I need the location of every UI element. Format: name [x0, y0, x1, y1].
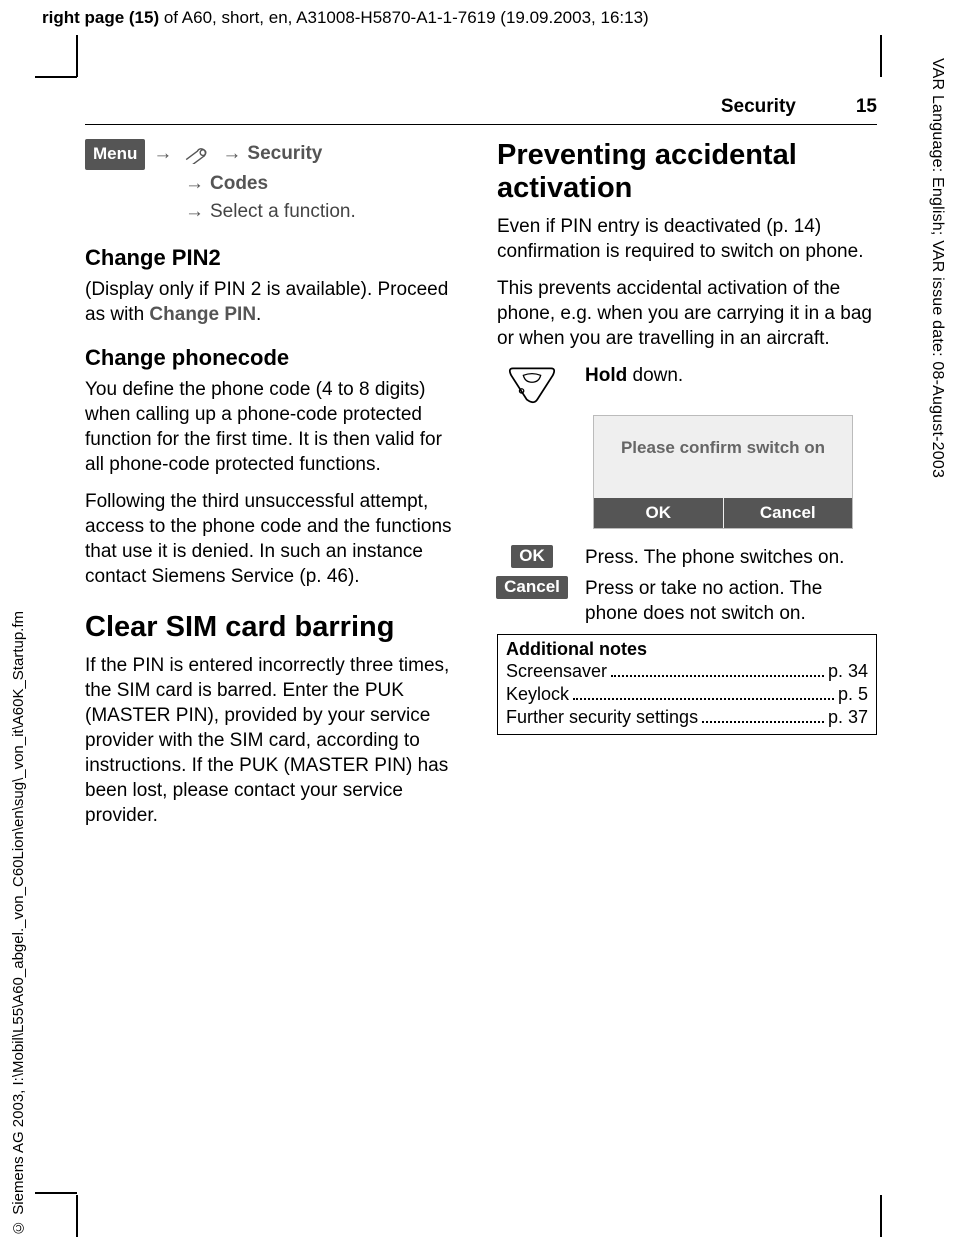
additional-notes-box: Additional notes Screensaver p. 34 Keylo… [497, 634, 877, 735]
top-meta: right page (15) of A60, short, en, A3100… [42, 8, 649, 28]
heading-preventing: Preventing accidental activation [497, 139, 877, 206]
note-page: p. 5 [838, 684, 868, 705]
ok-badge: OK [511, 545, 553, 568]
para-phonecode-1: You define the phone code (4 to 8 digits… [85, 377, 465, 477]
text-change-pin: Change PIN [149, 304, 256, 325]
note-label: Keylock [506, 684, 569, 705]
phone-screen: Please confirm switch on OK Cancel [593, 415, 853, 529]
hold-bold: Hold [585, 365, 627, 386]
end-key-icon [497, 363, 567, 405]
running-head: Security 15 [85, 96, 877, 125]
crop-mark [35, 76, 77, 78]
note-page: p. 34 [828, 661, 868, 682]
text: . [256, 304, 261, 325]
menu-badge: Menu [85, 139, 145, 170]
nav-select-function: Select a function. [210, 198, 356, 227]
cancel-badge: Cancel [496, 576, 568, 599]
heading-change-phonecode: Change phonecode [85, 345, 465, 371]
heading-change-pin2: Change PIN2 [85, 245, 465, 271]
ok-text: Press. The phone switches on. [585, 545, 877, 570]
arrow-icon: → [185, 198, 204, 227]
crop-mark [35, 1192, 77, 1194]
note-label: Screensaver [506, 661, 607, 682]
text: (Display only if PIN 2 is available). Pr… [85, 279, 448, 325]
nav-codes: Codes [210, 170, 268, 199]
running-head-page: 15 [856, 96, 877, 118]
crop-mark [880, 35, 882, 77]
note-row: Further security settings p. 37 [498, 707, 876, 734]
arrow-icon: → [153, 140, 172, 169]
page-body: Security 15 Menu → → Security → Codes [85, 96, 877, 840]
heading-clear-sim: Clear SIM card barring [85, 611, 465, 644]
side-meta-left: © Siemens AG 2003, I:\Mobil\L55\A60_abge… [10, 611, 27, 1236]
crop-mark [880, 1195, 882, 1237]
note-label: Further security settings [506, 707, 698, 728]
ok-row: OK Press. The phone switches on. [497, 545, 877, 570]
running-head-section: Security [721, 96, 796, 118]
cancel-row: Cancel Press or take no action. The phon… [497, 576, 877, 626]
notes-header: Additional notes [498, 635, 876, 660]
crop-mark [76, 35, 78, 77]
screen-message: Please confirm switch on [594, 416, 852, 498]
para-prevent-2: This prevents accidental activation of t… [497, 276, 877, 351]
dot-leader [573, 684, 834, 700]
note-row: Screensaver p. 34 [498, 660, 876, 683]
para-clear-sim: If the PIN is entered incorrectly three … [85, 653, 465, 829]
arrow-icon: → [185, 170, 204, 199]
cancel-text: Press or take no action. The phone does … [585, 576, 877, 626]
menu-path: Menu → → Security → Codes → Select a fun… [85, 139, 465, 227]
hold-rest: down. [627, 365, 683, 386]
screen-ok-softkey: OK [594, 498, 723, 528]
side-meta-right: VAR Language: English; VAR issue date: 0… [928, 58, 946, 478]
wrench-icon [182, 145, 210, 163]
right-column: Preventing accidental activation Even if… [497, 139, 877, 840]
dot-leader [611, 660, 824, 676]
top-meta-rest: of A60, short, en, A31008-H5870-A1-1-761… [159, 8, 649, 27]
top-meta-bold: right page (15) [42, 8, 159, 27]
note-row: Keylock p. 5 [498, 684, 876, 707]
note-page: p. 37 [828, 707, 868, 728]
nav-security: Security [247, 140, 322, 169]
hold-row: Hold down. [497, 363, 877, 405]
crop-mark [76, 1195, 78, 1237]
para-change-pin2: (Display only if PIN 2 is available). Pr… [85, 277, 465, 327]
para-phonecode-2: Following the third unsuccessful attempt… [85, 489, 465, 589]
dot-leader [702, 707, 824, 723]
screen-cancel-softkey: Cancel [723, 498, 853, 528]
arrow-icon: → [222, 140, 241, 169]
left-column: Menu → → Security → Codes → Select a fun… [85, 139, 465, 840]
para-prevent-1: Even if PIN entry is deactivated (p. 14)… [497, 214, 877, 264]
